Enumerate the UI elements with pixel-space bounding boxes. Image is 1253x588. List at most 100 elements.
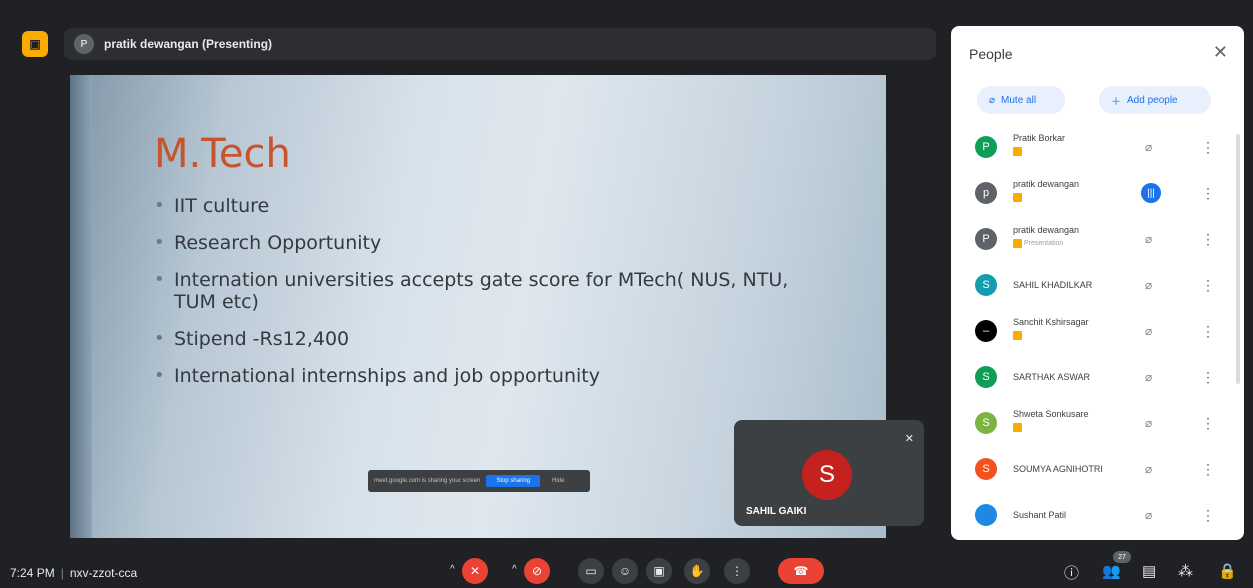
- hide-notice-button[interactable]: Hide: [546, 478, 564, 484]
- raise-hand-button[interactable]: ✋: [684, 558, 710, 584]
- present-screen-button[interactable]: ▣: [646, 558, 672, 584]
- participant-row[interactable]: S Shweta Sonkusare ⌀ ⋮: [951, 400, 1244, 446]
- participant-avatar: S: [975, 412, 997, 434]
- participant-row[interactable]: – Sanchit Kshirsagar ⌀ ⋮: [951, 308, 1244, 354]
- add-people-button[interactable]: ＋ Add people: [1099, 86, 1211, 114]
- participant-row[interactable]: S SOUMYA AGNIHOTRI ⌀ ⋮: [951, 446, 1244, 492]
- self-name: SAHIL GAIKI: [746, 506, 807, 517]
- participant-name: Sushant Patil: [1013, 510, 1067, 520]
- people-panel: People ✕ ⌀ Mute all ＋ Add people P Pratik…: [951, 26, 1244, 540]
- participant-row[interactable]: S SARTHAK ASWAR ⌀ ⋮: [951, 354, 1244, 400]
- meeting-code: nxv-zzot-cca: [69, 566, 138, 580]
- mic-options-chevron-icon[interactable]: ^: [450, 564, 455, 575]
- slide-bullet: Internation universities accepts gate sc…: [152, 269, 832, 313]
- screen-share-notice: meet.google.com is sharing your screen S…: [368, 470, 590, 492]
- mic-off-icon[interactable]: ⌀: [1145, 232, 1152, 246]
- participant-row[interactable]: P Pratik Borkar ⌀ ⋮: [951, 124, 1244, 170]
- participant-name: SAHIL KHADILKAR: [1013, 280, 1093, 290]
- participant-avatar: S: [975, 458, 997, 480]
- slide-bullet: Stipend -Rs12,400: [152, 328, 832, 350]
- participant-tag: [1013, 147, 1024, 156]
- participant-avatar: S: [975, 366, 997, 388]
- presenting-tag-icon: [1013, 239, 1022, 248]
- close-icon[interactable]: ✕: [1213, 42, 1228, 63]
- separator: |: [60, 566, 64, 580]
- participant-avatar: p: [975, 182, 997, 204]
- slide-bullet: IIT culture: [152, 195, 832, 217]
- participant-name: Shweta Sonkusare: [1013, 409, 1089, 419]
- captions-button[interactable]: ▭: [578, 558, 604, 584]
- participant-name: pratik dewangan: [1013, 225, 1080, 235]
- people-panel-title: People: [969, 46, 1013, 62]
- self-avatar: S: [802, 450, 852, 500]
- participant-tag: [1013, 193, 1024, 202]
- mic-off-icon[interactable]: ⌀: [1145, 462, 1152, 476]
- share-notice-text: meet.google.com is sharing your screen: [374, 478, 481, 484]
- participant-more-icon[interactable]: ⋮: [1201, 185, 1215, 202]
- participant-more-icon[interactable]: ⋮: [1201, 323, 1215, 340]
- participant-info: Sanchit Kshirsagar: [1013, 317, 1123, 345]
- mic-off-icon[interactable]: ⌀: [1145, 140, 1152, 154]
- meeting-control-bar: 7:24 PM | nxv-zzot-cca ^ ✕ ^ ⊘ ▭ ☺ ▣ ✋ ⋮ ☎…: [0, 551, 1253, 588]
- presenting-tag-icon: [1013, 331, 1022, 340]
- participant-more-icon[interactable]: ⋮: [1201, 231, 1215, 248]
- slide-bullet: International internships and job opport…: [152, 365, 832, 387]
- mute-all-button[interactable]: ⌀ Mute all: [977, 86, 1065, 114]
- host-controls-icon[interactable]: 🔒: [1218, 562, 1237, 580]
- add-person-icon: ＋: [1111, 96, 1121, 108]
- participant-row[interactable]: Ppratik dewangan Presentation ⌀ ⋮: [951, 216, 1244, 262]
- participant-more-icon[interactable]: ⋮: [1201, 415, 1215, 432]
- participant-info: SARTHAK ASWAR: [1013, 372, 1123, 382]
- meeting-stage: ▣ P pratik dewangan (Presenting) M.Tech …: [0, 0, 945, 552]
- participant-info: pratik dewangan Presentation: [1013, 225, 1123, 253]
- participant-avatar: P: [975, 228, 997, 250]
- self-video-tile[interactable]: ✕ S SAHIL GAIKI: [734, 420, 924, 526]
- people-icon[interactable]: 👥: [1102, 562, 1121, 580]
- mic-off-icon[interactable]: ⌀: [1145, 324, 1152, 338]
- stop-sharing-button[interactable]: Stop sharing: [486, 475, 541, 487]
- mic-off-icon[interactable]: ⌀: [1145, 370, 1152, 384]
- participant-avatar: –: [975, 320, 997, 342]
- participant-row[interactable]: S SAHIL KHADILKAR ⌀ ⋮: [951, 262, 1244, 308]
- chat-icon[interactable]: ▤: [1142, 562, 1156, 580]
- participant-more-icon[interactable]: ⋮: [1201, 139, 1215, 156]
- participant-info: Pratik Borkar: [1013, 133, 1123, 161]
- meeting-details-icon[interactable]: ⓘ: [1064, 562, 1079, 583]
- mic-off-icon: ⌀: [989, 94, 996, 106]
- participant-info: Sushant Patil: [1013, 510, 1123, 520]
- participant-avatar: S: [975, 274, 997, 296]
- participant-more-icon[interactable]: ⋮: [1201, 277, 1215, 294]
- presenter-bar: P pratik dewangan (Presenting): [64, 28, 936, 60]
- mute-all-label: Mute all: [1001, 94, 1037, 106]
- presenter-label: pratik dewangan (Presenting): [104, 37, 273, 51]
- activities-icon[interactable]: ⁂: [1178, 562, 1193, 580]
- presenting-badge-icon: ▣: [22, 31, 48, 57]
- slide-bullet-list: IIT culture Research Opportunity Interna…: [152, 195, 832, 402]
- participant-tag: [1013, 423, 1024, 432]
- participant-name: Sanchit Kshirsagar: [1013, 317, 1089, 327]
- participant-row[interactable]: p pratik dewangan ||| ⋮: [951, 170, 1244, 216]
- microphone-toggle-button[interactable]: ✕: [462, 558, 488, 584]
- emoji-reaction-button[interactable]: ☺: [612, 558, 638, 584]
- mic-off-icon[interactable]: ⌀: [1145, 278, 1152, 292]
- leave-call-button[interactable]: ☎: [778, 558, 824, 584]
- mic-off-icon[interactable]: ⌀: [1145, 508, 1152, 522]
- participant-more-icon[interactable]: ⋮: [1201, 369, 1215, 386]
- participant-name: Pratik Borkar: [1013, 133, 1066, 143]
- participant-tag: Presentation: [1013, 239, 1063, 248]
- people-list: P Pratik Borkar ⌀ ⋮ p pratik dewangan ||| ⋮ Ppra…: [951, 124, 1244, 536]
- participant-name: pratik dewangan: [1013, 179, 1080, 189]
- presenter-avatar: P: [74, 34, 94, 54]
- camera-toggle-button[interactable]: ⊘: [524, 558, 550, 584]
- speaking-indicator-icon[interactable]: |||: [1141, 183, 1161, 203]
- participant-name: SARTHAK ASWAR: [1013, 372, 1091, 382]
- participant-more-icon[interactable]: ⋮: [1201, 461, 1215, 478]
- mic-off-icon[interactable]: ⌀: [1145, 416, 1152, 430]
- participant-row[interactable]: Sushant Patil ⌀ ⋮: [951, 492, 1244, 536]
- mic-off-icon: ✕: [904, 433, 914, 445]
- presenting-tag-icon: [1013, 147, 1022, 156]
- camera-options-chevron-icon[interactable]: ^: [512, 564, 517, 575]
- presenting-tag-icon: [1013, 193, 1022, 202]
- participant-more-icon[interactable]: ⋮: [1201, 507, 1215, 524]
- more-options-button[interactable]: ⋮: [724, 558, 750, 584]
